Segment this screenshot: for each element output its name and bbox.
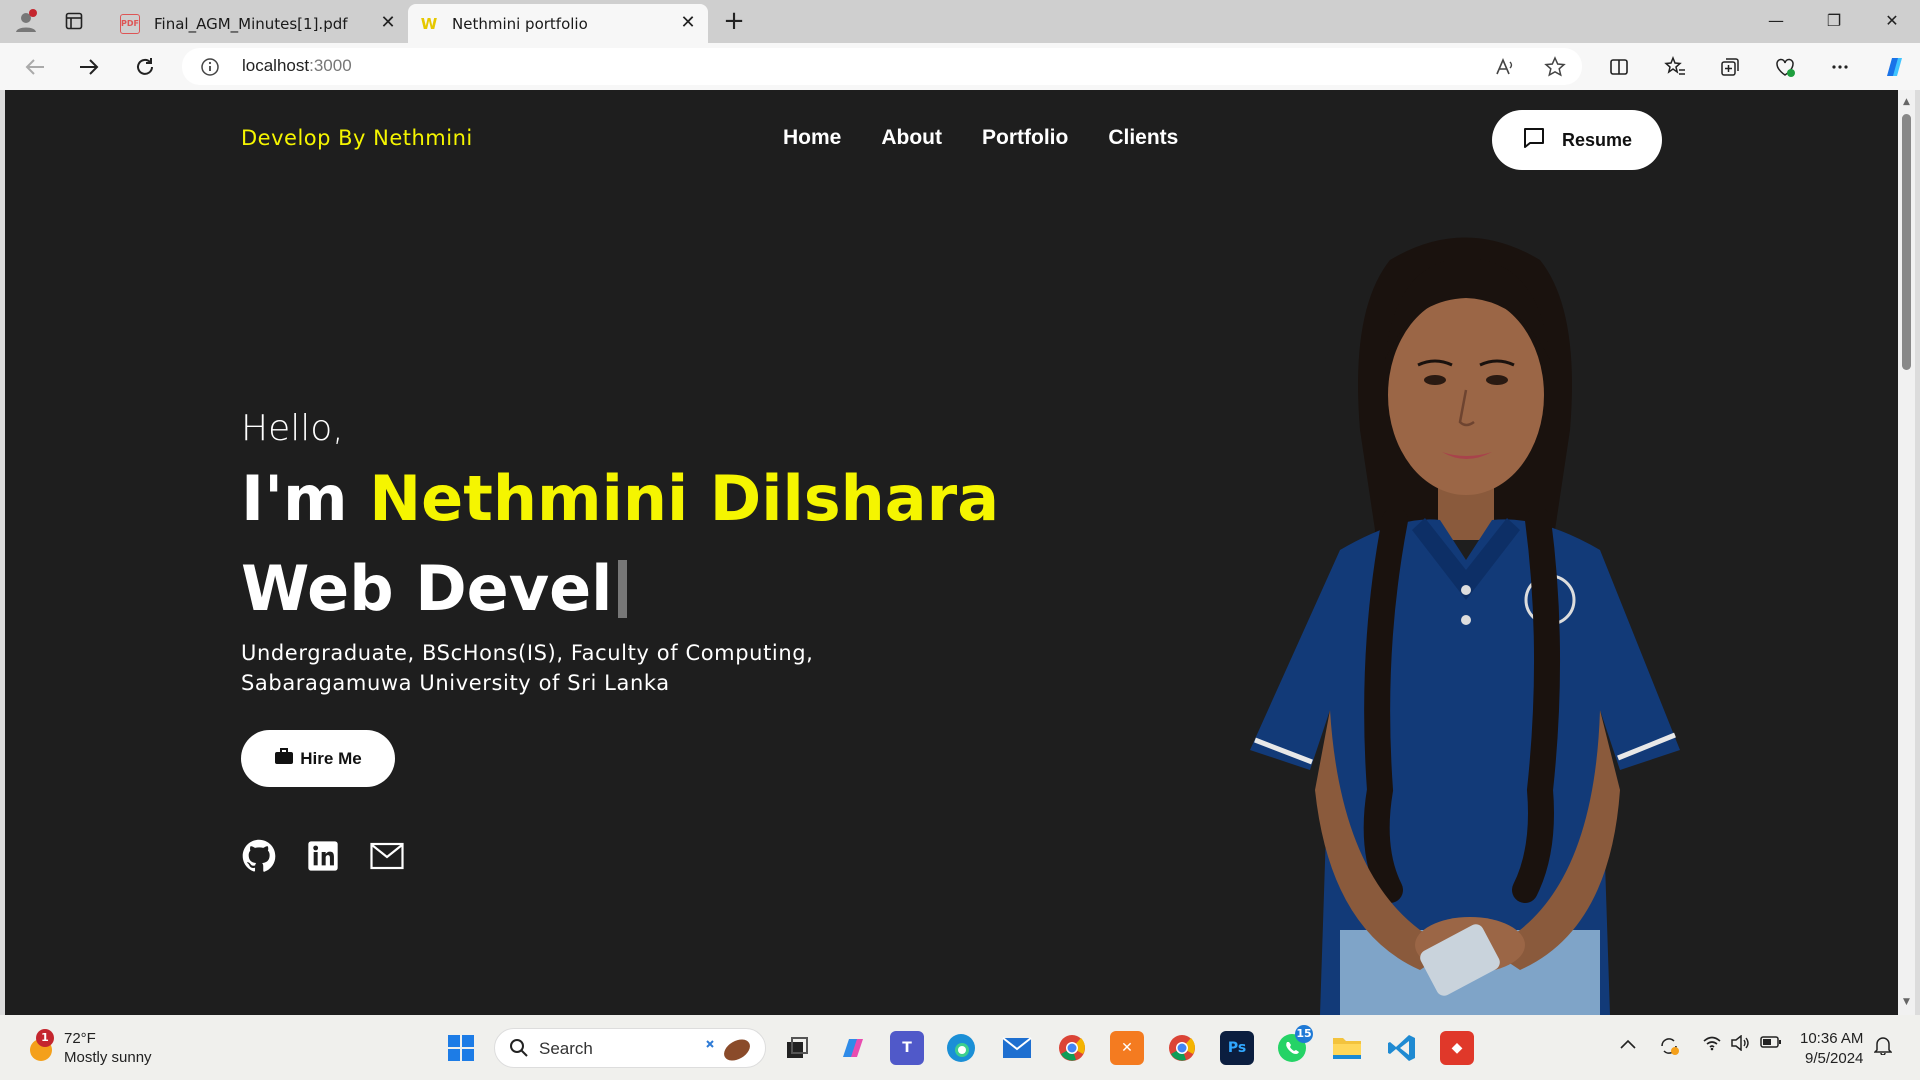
tab-actions-icon[interactable] <box>58 6 90 36</box>
desc-line-2: Sabaragamuwa University of Sri Lanka <box>241 671 670 695</box>
role-text: Web Devel <box>241 552 613 625</box>
split-screen-icon[interactable] <box>1604 52 1634 82</box>
taskbar-clock[interactable]: 10:36 AM 9/5/2024 <box>1800 1029 1863 1069</box>
weather-widget[interactable]: 1 72°F Mostly sunny <box>26 1029 152 1067</box>
copilot-icon[interactable] <box>1879 52 1909 82</box>
browser-essentials-icon[interactable] <box>1770 52 1800 82</box>
search-icon <box>509 1038 529 1062</box>
site-nav: Home About Portfolio Clients <box>783 126 1178 150</box>
weather-temp: 72°F <box>64 1030 96 1047</box>
tab-portfolio[interactable]: W Nethmini portfolio ✕ <box>408 4 708 43</box>
new-tab-icon[interactable]: + <box>720 8 748 36</box>
hire-label: Hire Me <box>300 748 362 768</box>
chrome-profile-icon[interactable] <box>1165 1031 1199 1065</box>
photoshop-icon[interactable]: Ps <box>1220 1031 1254 1065</box>
close-icon[interactable]: ✕ <box>378 13 398 33</box>
clock-time: 10:36 AM <box>1800 1030 1864 1047</box>
nav-clients[interactable]: Clients <box>1108 126 1178 150</box>
linkedin-icon[interactable] <box>305 838 341 874</box>
mail-icon[interactable] <box>369 838 405 874</box>
scroll-up-icon[interactable]: ▲ <box>1902 98 1911 107</box>
search-label: Search <box>539 1039 593 1058</box>
back-icon[interactable] <box>20 52 50 82</box>
weather-desc: Mostly sunny <box>64 1049 152 1066</box>
vscode-icon[interactable] <box>1385 1031 1419 1065</box>
hello-text: Hello, <box>241 408 344 449</box>
collections-icon[interactable] <box>1715 52 1745 82</box>
more-options-icon[interactable] <box>1825 52 1855 82</box>
windows-start-icon[interactable] <box>444 1031 478 1065</box>
git-tool-icon[interactable]: ◆ <box>1440 1031 1474 1065</box>
tab-title: Nethmini portfolio <box>452 14 588 33</box>
whatsapp-badge: 15 <box>1295 1025 1313 1043</box>
favorite-star-icon[interactable] <box>1540 52 1570 82</box>
resume-label: Resume <box>1561 129 1633 150</box>
page-viewport: Develop By Nethmini Home About Portfolio… <box>5 90 1898 1015</box>
typing-role: Web Devel <box>241 552 628 625</box>
battery-icon[interactable] <box>1760 1035 1782 1053</box>
search-highlight-icon <box>701 1035 757 1067</box>
restore-icon[interactable]: ❐ <box>1814 8 1854 34</box>
url-text[interactable]: localhost:3000 <box>242 56 352 76</box>
site-brand[interactable]: Develop By Nethmini <box>241 126 473 150</box>
site-info-icon[interactable] <box>200 57 220 81</box>
tab-pdf[interactable]: PDF Final_AGM_Minutes[1].pdf ✕ <box>108 4 408 43</box>
mail-app-icon[interactable] <box>1000 1031 1034 1065</box>
window-close-icon[interactable]: ✕ <box>1872 8 1912 34</box>
reload-icon[interactable] <box>130 52 160 82</box>
whatsapp-icon[interactable]: 15 <box>1275 1025 1313 1065</box>
browser-toolbar: localhost:3000 <box>0 43 1920 90</box>
chrome-icon[interactable] <box>1055 1031 1089 1065</box>
typing-caret <box>618 559 628 618</box>
nav-portfolio[interactable]: Portfolio <box>982 126 1068 150</box>
site-w-icon: W <box>420 14 438 33</box>
minimize-icon[interactable]: — <box>1756 8 1796 34</box>
profile-portrait <box>1250 237 1680 1015</box>
social-links <box>241 838 405 874</box>
briefcase-icon <box>274 747 294 770</box>
intro-heading: I'm Nethmini Dilshara <box>241 462 999 535</box>
weather-sun-icon: 1 <box>26 1029 56 1063</box>
im-text: I'm <box>241 462 370 535</box>
sync-icon[interactable] <box>1658 1035 1680 1061</box>
forward-icon[interactable] <box>74 52 104 82</box>
github-icon[interactable] <box>241 838 277 874</box>
nav-about[interactable]: About <box>881 126 942 150</box>
xampp-icon[interactable]: ✕ <box>1110 1031 1144 1065</box>
tab-strip: PDF Final_AGM_Minutes[1].pdf ✕ W Nethmin… <box>0 0 1920 43</box>
description: Undergraduate, BScHons(IS), Faculty of C… <box>241 638 813 698</box>
favorites-icon[interactable] <box>1660 52 1690 82</box>
notification-bell-icon[interactable] <box>1873 1035 1893 1059</box>
file-explorer-icon[interactable] <box>1330 1031 1364 1065</box>
show-hidden-icon[interactable] <box>1620 1035 1636 1053</box>
task-view-icon[interactable] <box>780 1031 814 1065</box>
close-icon[interactable]: ✕ <box>678 13 698 33</box>
scroll-thumb[interactable] <box>1902 114 1911 370</box>
clock-date: 9/5/2024 <box>1805 1050 1864 1067</box>
address-bar[interactable]: localhost:3000 <box>182 48 1582 85</box>
person-name: Nethmini Dilshara <box>369 462 1000 535</box>
taskbar-search[interactable]: Search <box>494 1028 766 1068</box>
volume-icon[interactable] <box>1730 1034 1750 1055</box>
nav-home[interactable]: Home <box>783 126 841 150</box>
page-scrollbar[interactable]: ▲ ▼ <box>1898 90 1915 1015</box>
hire-me-button[interactable]: Hire Me <box>241 730 395 787</box>
wifi-icon[interactable] <box>1702 1035 1722 1055</box>
desc-line-1: Undergraduate, BScHons(IS), Faculty of C… <box>241 641 814 665</box>
pdf-icon: PDF <box>120 13 140 34</box>
copilot-taskbar-icon[interactable] <box>836 1031 870 1065</box>
teams-icon[interactable]: T <box>890 1031 924 1065</box>
read-aloud-icon[interactable] <box>1490 52 1520 82</box>
chat-icon <box>1522 126 1546 155</box>
taskbar: 1 72°F Mostly sunny Search T ✕ Ps 15 ◆ 1… <box>0 1015 1920 1080</box>
resume-button[interactable]: Resume <box>1492 110 1662 170</box>
weather-badge: 1 <box>36 1029 54 1047</box>
scroll-down-icon[interactable]: ▼ <box>1902 998 1911 1007</box>
edge-icon[interactable] <box>944 1031 978 1065</box>
profile-icon[interactable] <box>10 6 42 36</box>
tab-title: Final_AGM_Minutes[1].pdf <box>154 14 348 33</box>
